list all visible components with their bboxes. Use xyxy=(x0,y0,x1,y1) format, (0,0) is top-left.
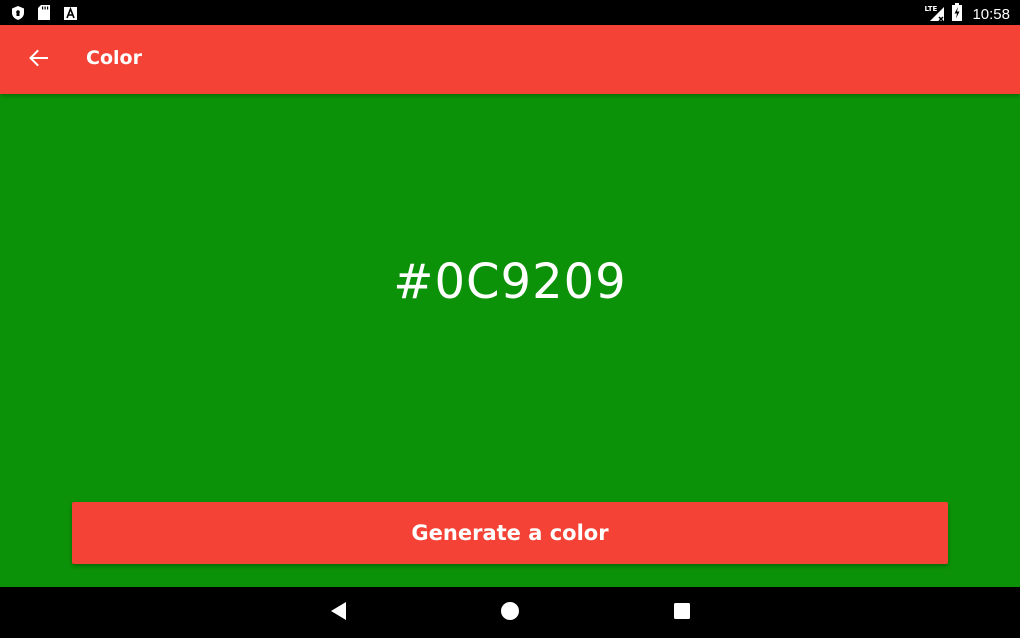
nav-home-button[interactable] xyxy=(499,602,521,624)
status-left-icons xyxy=(12,5,77,24)
color-display-area: #0C9209 Generate a color xyxy=(0,94,1020,587)
generate-color-button[interactable]: Generate a color xyxy=(72,502,948,564)
font-a-icon xyxy=(64,5,77,24)
back-button[interactable] xyxy=(24,46,52,74)
arrow-left-icon xyxy=(28,49,48,71)
nav-recents-button[interactable] xyxy=(671,602,693,624)
page-title: Color xyxy=(86,47,142,69)
status-right-icons: LTE 10:58 xyxy=(924,3,1010,25)
signal-icon: LTE xyxy=(924,5,946,23)
status-bar: LTE 10:58 xyxy=(0,0,1020,25)
hex-color-value: #0C9209 xyxy=(393,254,627,310)
shield-icon xyxy=(12,5,24,24)
battery-charging-icon xyxy=(952,3,963,25)
home-circle-icon xyxy=(500,601,520,625)
nav-back-button[interactable] xyxy=(327,602,349,624)
app-bar: Color xyxy=(0,25,1020,94)
status-time: 10:58 xyxy=(972,5,1010,23)
recents-square-icon xyxy=(673,602,691,624)
sd-card-icon xyxy=(38,5,50,24)
back-triangle-icon xyxy=(329,601,347,625)
navigation-bar xyxy=(0,587,1020,638)
